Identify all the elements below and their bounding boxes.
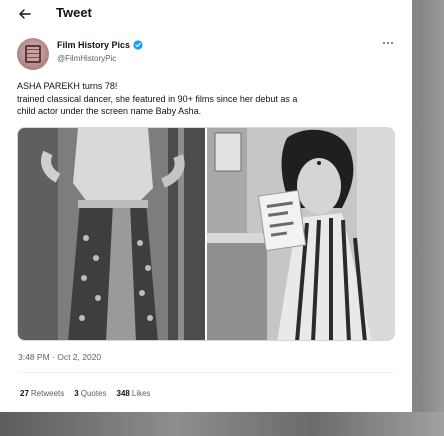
author-handle[interactable]: @FilmHistoryPic [57,54,116,63]
author-name: Film History Pics [57,40,131,50]
retweets-label: Retweets [30,389,65,398]
likes-stat[interactable]: 348 Likes [117,389,151,398]
tweet-media [17,127,395,341]
tweet-text-line: child actor under the screen name Baby A… [17,106,202,116]
tweet-timestamp[interactable]: 3:48 PM · Oct 2, 2020 [18,352,101,362]
avatar[interactable] [17,38,49,70]
asha-parekh-portrait-photo [207,128,394,340]
tweet-text: ASHA PAREKH turns 78! trained classical … [17,80,397,118]
likes-count: 348 [116,389,130,398]
likes-label: Likes [131,389,151,398]
tweet-header: Tweet [0,0,412,28]
arrow-left-icon [19,9,31,19]
dimmed-backdrop-strip [0,412,444,436]
retweets-stat[interactable]: 27 Retweets [20,389,64,398]
tweet-text-line: ASHA PAREKH turns 78! [17,81,118,91]
divider [17,372,395,373]
verified-badge-icon [133,40,143,50]
tweet-stats: 27 Retweets 3 Quotes 348 Likes [20,389,151,398]
more-options-button[interactable] [380,38,396,48]
retweets-count: 27 [20,389,29,398]
page-title: Tweet [56,5,92,20]
media-photo-left[interactable] [18,128,205,340]
tweet-card: Tweet Film History Pics @FilmHistoryPic … [0,0,412,412]
more-horizontal-icon [383,42,385,44]
author-name-link[interactable]: Film History Pics [57,40,143,50]
quotes-stat[interactable]: 3 Quotes [74,389,106,398]
quotes-label: Quotes [80,389,107,398]
tweet-text-line: trained classical dancer, she featured i… [17,93,298,104]
media-photo-right[interactable] [207,128,394,340]
child-dancer-photo [18,128,205,340]
back-button[interactable] [14,4,36,24]
film-strip-icon [25,45,41,63]
quotes-count: 3 [74,389,79,398]
